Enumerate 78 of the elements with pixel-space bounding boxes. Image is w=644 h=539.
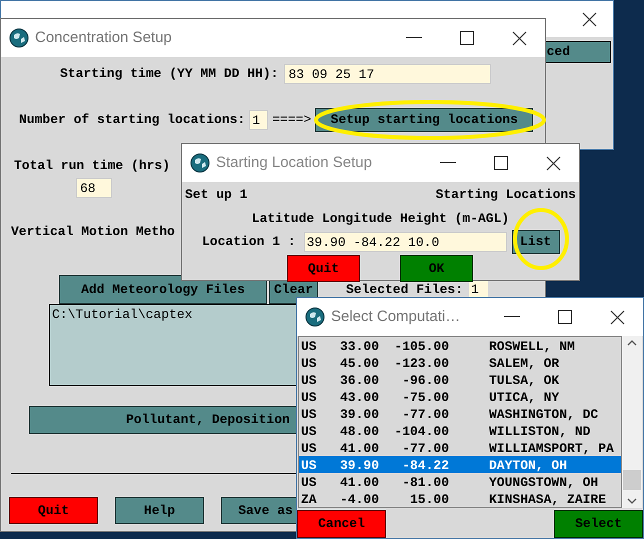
close-icon[interactable] xyxy=(546,156,561,170)
table-cell-text: -77.00 xyxy=(401,406,449,424)
table-cell-text: US xyxy=(300,406,318,424)
add-files-button[interactable]: Add Meteorology Files xyxy=(59,275,267,304)
maximize-icon[interactable] xyxy=(460,31,474,45)
table-cell-text: US xyxy=(300,389,318,407)
globe-icon xyxy=(305,307,325,327)
minimize-icon[interactable] xyxy=(504,316,520,318)
dialog-button[interactable]: Quit xyxy=(287,255,360,282)
list-row[interactable]: US 39.90 -84.22 DAYTON, OH xyxy=(299,456,621,473)
window-title: Concentration Setup xyxy=(35,28,172,48)
scrollbar-thumb[interactable] xyxy=(623,470,641,490)
table-cell-text: 15.00 xyxy=(408,491,449,507)
minimize-icon[interactable] xyxy=(406,37,422,39)
location-list[interactable] xyxy=(298,336,622,508)
columns-label: Latitude Longitude Height (m-AGL) xyxy=(252,210,510,228)
table-cell-text: US xyxy=(300,474,318,492)
table-cell-text: DAYTON, OH xyxy=(488,457,568,475)
input-field[interactable]: 68 xyxy=(76,178,112,198)
table-cell-text: US xyxy=(300,457,318,475)
setup-locations-button[interactable]: Setup starting locations xyxy=(315,108,534,132)
arrow-label: ====> xyxy=(272,111,312,130)
table-cell-text: 41.00 xyxy=(338,474,379,492)
table-cell-text: 39.00 xyxy=(338,406,379,424)
field-label: Selected Files: xyxy=(346,280,464,299)
window-title: Starting Location Setup xyxy=(216,152,372,173)
chevron-up-icon[interactable] xyxy=(627,340,637,346)
field-label: Number of starting locations: xyxy=(19,111,246,130)
list-item[interactable]: C:\Tutorial\captex xyxy=(52,305,192,324)
dialog-button[interactable]: OK xyxy=(400,255,473,282)
table-cell-text: -4.00 xyxy=(338,491,379,507)
field-label: Starting time (YY MM DD HH): xyxy=(60,65,278,84)
table-cell-text: US xyxy=(300,338,318,356)
table-cell-text: US xyxy=(300,355,318,373)
table-cell-text: -81.00 xyxy=(401,474,449,492)
close-icon[interactable] xyxy=(512,30,527,46)
maximize-icon[interactable] xyxy=(558,310,572,324)
field-label: Vertical Motion Metho xyxy=(11,222,175,240)
dialog-button[interactable]: Select xyxy=(554,510,643,538)
table-cell-text: YOUNGSTOWN, OH xyxy=(488,474,600,492)
minimize-icon[interactable] xyxy=(440,162,456,164)
input-field[interactable]: 83 09 25 17 xyxy=(284,64,492,84)
close-icon[interactable] xyxy=(582,12,597,26)
input-field[interactable]: 1 xyxy=(249,110,268,130)
input-field[interactable]: 39.90 -84.22 10.0 xyxy=(304,232,507,252)
table-cell-text: 33.00 xyxy=(338,338,379,356)
table-cell-text: -77.00 xyxy=(401,440,449,458)
table-cell-text: KINSHASA, ZAIRE xyxy=(488,491,608,507)
chevron-down-icon[interactable] xyxy=(627,498,637,504)
maximize-icon[interactable] xyxy=(494,156,508,170)
table-cell-text: WILLIAMSPORT, PA xyxy=(488,440,615,458)
list-row[interactable]: US 41.00 -81.00 YOUNGSTOWN, OH xyxy=(299,473,621,490)
globe-icon xyxy=(9,28,29,48)
table-cell-text: 41.00 xyxy=(338,440,379,458)
table-cell-text: UTICA, NY xyxy=(488,389,560,407)
field-label: Total run time (hrs) xyxy=(14,157,170,175)
table-cell-text: 43.00 xyxy=(338,389,379,407)
close-icon[interactable] xyxy=(610,310,625,324)
heading-label: Starting Locations xyxy=(436,186,576,204)
highlight-ellipse xyxy=(513,208,569,270)
globe-icon xyxy=(190,153,210,173)
table-cell-text: -75.00 xyxy=(401,389,449,407)
table-cell-text: 39.90 xyxy=(338,457,379,475)
list-row[interactable]: US 43.00 -75.00 UTICA, NY xyxy=(299,388,621,405)
table-cell-text: -84.22 xyxy=(401,457,449,475)
table-cell-text: -105.00 xyxy=(393,338,449,356)
setup-label: Set up 1 xyxy=(185,186,248,204)
scrollbar[interactable] xyxy=(622,336,642,508)
table-cell-text: 45.00 xyxy=(338,355,379,373)
list-row[interactable]: US 41.00 -77.00 WILLIAMSPORT, PA xyxy=(299,439,621,456)
field-label: Location 1 : xyxy=(202,233,296,252)
table-cell-text: -123.00 xyxy=(393,355,449,373)
dialog-button[interactable]: Cancel xyxy=(297,510,386,538)
dialog-button[interactable]: Quit xyxy=(9,497,98,524)
list-button[interactable]: List xyxy=(512,230,560,254)
window-title: Select Computati… xyxy=(331,306,460,327)
table-cell-text: US xyxy=(300,440,318,458)
dialog-button[interactable]: Help xyxy=(115,497,204,524)
